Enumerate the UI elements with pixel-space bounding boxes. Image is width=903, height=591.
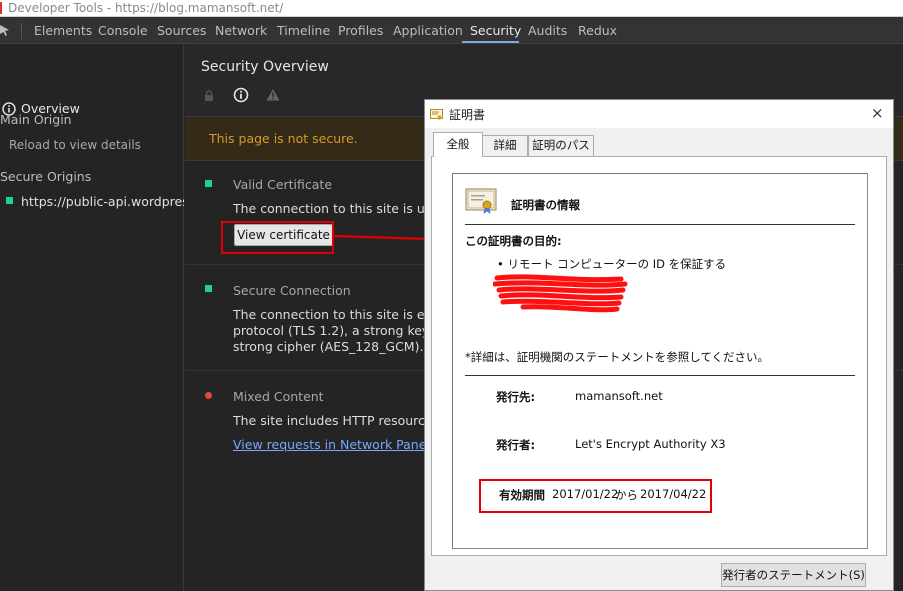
sidebar-item-origin[interactable]: https://public-api.wordpress.com	[0, 190, 184, 212]
annotation-box-view-certificate	[221, 221, 334, 254]
tab-timeline[interactable]: Timeline	[277, 23, 330, 38]
tab-application[interactable]: Application	[393, 23, 463, 38]
certificate-icon	[430, 109, 443, 120]
tab-profiles[interactable]: Profiles	[338, 23, 383, 38]
issued-by-value: Let's Encrypt Authority X3	[575, 437, 726, 451]
insecure-status-dot	[205, 392, 212, 399]
window-title: Developer Tools - https://blog.mamansoft…	[8, 1, 284, 15]
mixed-content-title: Mixed Content	[233, 389, 324, 404]
tab-redux[interactable]: Redux	[578, 23, 617, 38]
details-note: *詳細は、証明機関のステートメントを参照してください。	[465, 350, 770, 364]
purpose-item: • リモート コンピューターの ID を保証する	[497, 257, 727, 271]
annotation-box-validity	[479, 479, 712, 513]
connection-title: Secure Connection	[233, 283, 351, 298]
close-icon[interactable]: ×	[871, 104, 884, 122]
tab-network[interactable]: Network	[215, 23, 267, 38]
tab-elements[interactable]: Elements	[34, 23, 92, 38]
page-title: Security Overview	[201, 59, 329, 75]
issued-to-value: mamansoft.net	[575, 389, 663, 403]
origin-url: https://public-api.wordpress.com	[21, 194, 184, 209]
mixed-content-text: The site includes HTTP resources.	[233, 413, 444, 428]
dialog-title: 証明書	[449, 108, 486, 122]
window-icon	[0, 2, 2, 14]
connection-text-line: strong cipher (AES_128_GCM).	[233, 339, 424, 354]
inspect-element-icon[interactable]	[0, 24, 11, 37]
divider	[465, 224, 855, 225]
secure-origin-dot	[6, 197, 13, 204]
certificate-title: Valid Certificate	[233, 177, 333, 192]
purpose-label: この証明書の目的:	[465, 234, 562, 248]
warning-triangle-icon	[266, 89, 280, 101]
certificate-badge-icon	[465, 188, 497, 214]
secure-origins-heading: Secure Origins	[0, 169, 92, 184]
tab-certification-path[interactable]: 証明のパス	[528, 135, 594, 156]
secure-status-dot	[205, 285, 212, 292]
devtools-tabbar: Elements Console Sources Network Timelin…	[0, 17, 903, 44]
certificate-info-heading: 証明書の情報	[511, 198, 580, 212]
lock-icon	[205, 90, 213, 101]
tab-audits[interactable]: Audits	[528, 23, 567, 38]
security-sidebar: Overview Main Origin Reload to view deta…	[0, 44, 184, 591]
network-panel-link[interactable]: View requests in Network Panel	[233, 437, 430, 453]
tab-console[interactable]: Console	[98, 23, 148, 38]
toolbar-divider	[21, 23, 22, 39]
tab-details[interactable]: 詳細	[482, 135, 528, 156]
issued-to-label: 発行先:	[496, 390, 536, 404]
issued-by-label: 発行者:	[496, 438, 536, 452]
info-circle-icon	[233, 87, 249, 103]
insecure-message: This page is not secure.	[209, 131, 358, 146]
secure-status-dot	[205, 180, 212, 187]
reload-hint[interactable]: Reload to view details	[9, 138, 141, 152]
divider	[465, 375, 855, 376]
main-origin-heading: Main Origin	[0, 112, 72, 127]
tab-sources[interactable]: Sources	[157, 23, 206, 38]
active-tab-indicator	[462, 41, 519, 43]
window-titlebar: Developer Tools - https://blog.mamansoft…	[0, 0, 903, 17]
certificate-dialog: 証明書 × 全般 詳細 証明のパス 証明書の情報 この証明書の目的: • リモー…	[424, 99, 894, 591]
dialog-titlebar: 証明書 ×	[425, 100, 893, 128]
issuer-statement-button[interactable]: 発行者のステートメント(S)	[721, 563, 866, 587]
tab-security[interactable]: Security	[470, 23, 521, 38]
redaction-scribble	[493, 274, 628, 313]
tab-general[interactable]: 全般	[433, 132, 483, 157]
